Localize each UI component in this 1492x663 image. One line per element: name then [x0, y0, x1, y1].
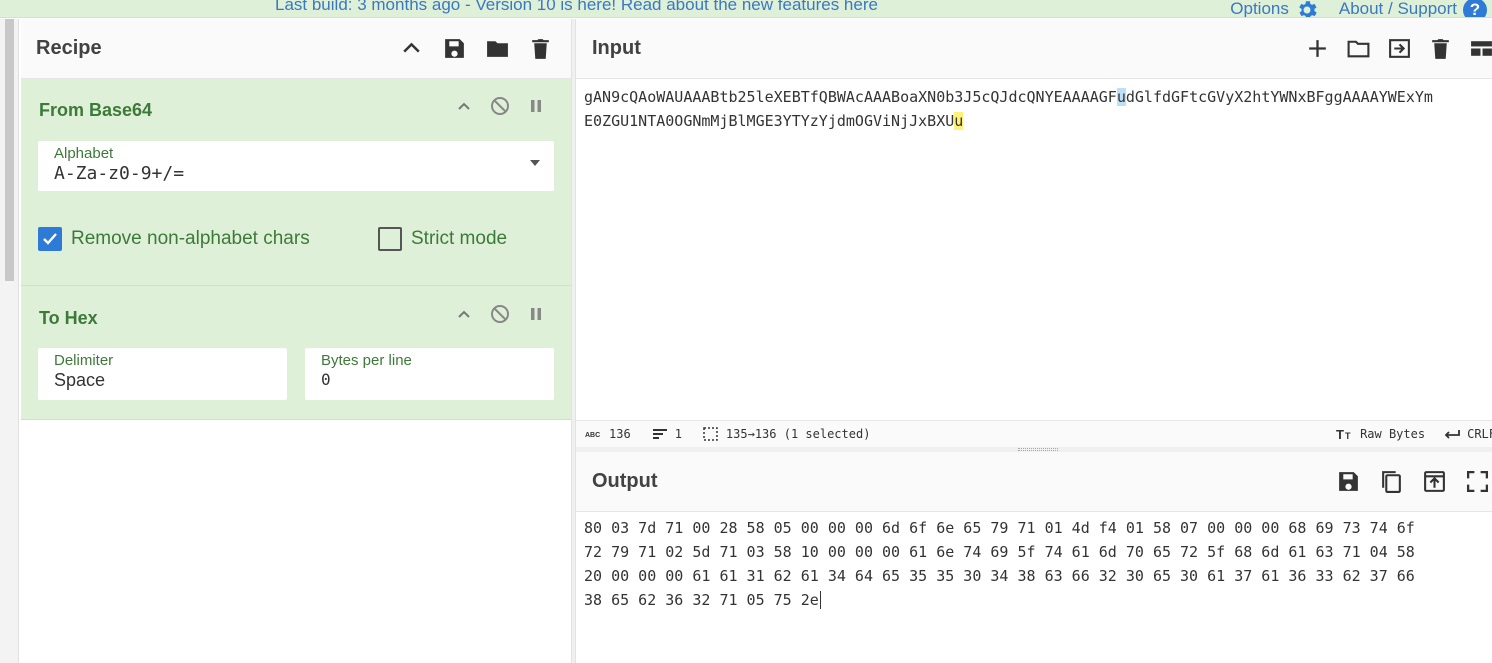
- replace-input-icon[interactable]: [1422, 469, 1447, 494]
- checkbox-unchecked-icon[interactable]: [378, 227, 402, 251]
- input-textarea[interactable]: gAN9cQAoWAUAAABtb25leXEBTfQBWAcAAABoaXN0…: [584, 85, 1433, 133]
- lines-indicator: 1: [651, 427, 682, 441]
- panel-resize-handle[interactable]: [571, 19, 576, 663]
- output-title: Output: [592, 470, 658, 492]
- operations-scrollbar[interactable]: [0, 19, 19, 663]
- length-indicator: ABC 136: [585, 427, 631, 441]
- resize-grip-icon[interactable]: [1018, 448, 1058, 451]
- input-text-segment: gAN9cQAoWAUAAABtb25leXEBTfQBWAcAAABoaXN0…: [584, 88, 1117, 106]
- input-title: Input: [592, 37, 641, 59]
- alphabet-label: Alphabet: [54, 145, 114, 162]
- strict-mode-label: Strict mode: [411, 228, 508, 249]
- help-icon[interactable]: ?: [1463, 0, 1487, 17]
- input-highlight-match: u: [1116, 88, 1126, 106]
- pause-icon[interactable]: [526, 96, 546, 116]
- collapse-chevron-icon[interactable]: [454, 96, 474, 116]
- output-text[interactable]: 80 03 7d 71 00 28 58 05 00 00 00 6d 6f 6…: [584, 516, 1415, 612]
- input-selection: u: [954, 112, 964, 130]
- operation-controls: [454, 304, 546, 324]
- operation-title: To Hex: [39, 308, 98, 328]
- operation-from-base64[interactable]: From Base64 Alphabet A-Za-z0-9+/= Remove…: [21, 79, 571, 286]
- svg-text:T: T: [1345, 431, 1351, 441]
- checkbox-checked-icon[interactable]: [38, 227, 62, 251]
- input-status-bar: ABC 136 1 135→136 (1 selected) TT Raw By…: [576, 420, 1492, 447]
- bytes-per-line-input[interactable]: Bytes per line 0: [305, 348, 554, 400]
- selection-value: 135→136 (1 selected): [725, 427, 871, 441]
- recipe-toolbar: [399, 36, 571, 61]
- output-line: 38 65 62 36 32 71 05 75 2e: [584, 591, 819, 609]
- text-cursor: [819, 591, 830, 609]
- about-support-link[interactable]: About / Support: [1339, 0, 1457, 17]
- input-text-segment: dGlfdGFtcGVyX2htYWNxBFggAAAAYWExYm: [1125, 88, 1433, 106]
- svg-text:T: T: [1336, 427, 1344, 441]
- selection-icon: [703, 427, 718, 441]
- layout-icon[interactable]: [1469, 36, 1492, 61]
- input-line-1: gAN9cQAoWAUAAABtb25leXEBTfQBWAcAAABoaXN0…: [584, 88, 1433, 106]
- raw-bytes-toggle[interactable]: TT Raw Bytes: [1336, 427, 1425, 441]
- pause-icon[interactable]: [526, 304, 546, 324]
- open-folder-icon[interactable]: [1346, 36, 1371, 61]
- bytes-per-line-value: 0: [321, 370, 331, 389]
- scrollbar-thumb[interactable]: [5, 19, 14, 281]
- disable-icon[interactable]: [490, 96, 510, 116]
- strict-mode-checkbox[interactable]: Strict mode: [378, 227, 507, 251]
- input-toolbar: [1305, 36, 1492, 61]
- abc-icon: ABC: [585, 432, 600, 439]
- raw-bytes-label: Raw Bytes: [1360, 427, 1426, 441]
- output-line: 72 79 71 02 5d 71 03 58 10 00 00 00 61 6…: [584, 543, 1415, 561]
- bytes-per-line-label: Bytes per line: [321, 352, 412, 369]
- collapse-chevron-icon[interactable]: [454, 304, 474, 324]
- eol-toggle[interactable]: CRLF: [1443, 427, 1492, 441]
- output-line: 80 03 7d 71 00 28 58 05 00 00 00 6d 6f 6…: [584, 519, 1415, 537]
- remove-non-alphabet-label: Remove non-alphabet chars: [71, 228, 310, 249]
- recipe-title: Recipe: [36, 37, 102, 59]
- copy-icon[interactable]: [1379, 469, 1404, 494]
- output-line: 20 00 00 00 61 61 31 62 61 34 64 65 35 3…: [584, 567, 1415, 585]
- operation-to-hex[interactable]: To Hex Delimiter Space Bytes per line 0: [21, 286, 571, 420]
- recipe-header: Recipe: [21, 19, 571, 79]
- lines-value: 1: [674, 427, 682, 441]
- remove-non-alphabet-checkbox[interactable]: Remove non-alphabet chars: [38, 227, 310, 251]
- plus-icon[interactable]: [1305, 36, 1330, 61]
- save-icon[interactable]: [1336, 469, 1361, 494]
- length-value: 136: [609, 427, 631, 441]
- banner-right-links: Options About / Support ?: [1230, 0, 1492, 18]
- folder-icon[interactable]: [485, 36, 510, 61]
- input-line-2: E0ZGU1NTA0OGNmMjBlMGE3YTYzYjdmOGViNjJxBX…: [584, 112, 964, 130]
- svg-text:ABC: ABC: [585, 432, 600, 439]
- alphabet-select[interactable]: Alphabet A-Za-z0-9+/=: [38, 141, 554, 191]
- delimiter-label: Delimiter: [54, 352, 114, 369]
- text-size-icon: TT: [1336, 427, 1351, 441]
- disable-icon[interactable]: [490, 304, 510, 324]
- caret-down-icon[interactable]: [530, 160, 540, 166]
- output-toolbar: [1336, 469, 1490, 494]
- delimiter-field[interactable]: Delimiter Space: [38, 348, 287, 400]
- return-arrow-icon: [1444, 430, 1460, 439]
- top-banner: Last build: 3 months ago - Version 10 is…: [0, 0, 1492, 18]
- selection-indicator: 135→136 (1 selected): [702, 427, 871, 441]
- save-icon[interactable]: [442, 36, 467, 61]
- input-text-segment: E0ZGU1NTA0OGNmMjBlMGE3YTYzYjdmOGViNjJxBX…: [584, 112, 955, 130]
- operation-controls: [454, 96, 546, 116]
- eol-label: CRLF: [1467, 427, 1492, 441]
- open-file-icon[interactable]: [1387, 36, 1412, 61]
- output-header: Output: [576, 452, 1492, 512]
- gear-icon[interactable]: [1295, 0, 1319, 18]
- delimiter-value: Space: [54, 370, 106, 390]
- recipe-panel: Recipe From Base64 Alphabet A-Za-z0-9+/=…: [21, 19, 571, 663]
- trash-icon[interactable]: [1428, 36, 1453, 61]
- input-header: Input: [576, 19, 1492, 79]
- version-banner-link[interactable]: Last build: 3 months ago - Version 10 is…: [275, 0, 878, 15]
- trash-icon[interactable]: [528, 36, 553, 61]
- lines-icon: [652, 429, 667, 439]
- maximize-icon[interactable]: [1465, 469, 1490, 494]
- chevron-up-icon[interactable]: [399, 36, 424, 61]
- options-link[interactable]: Options: [1230, 0, 1289, 17]
- operation-title: From Base64: [39, 100, 153, 120]
- alphabet-value: A-Za-z0-9+/=: [54, 163, 185, 184]
